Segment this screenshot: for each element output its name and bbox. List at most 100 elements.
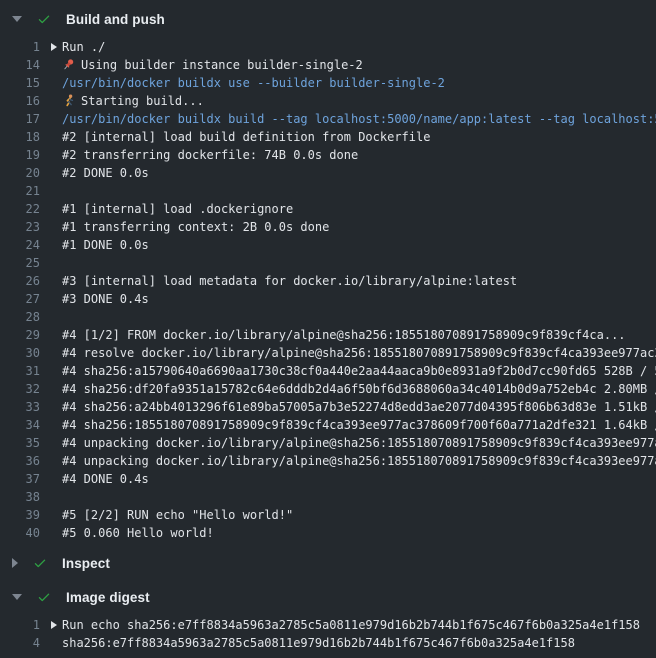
section-header-image-digest[interactable]: Image digest <box>0 584 656 610</box>
log-text-content: /usr/bin/docker buildx build --tag local… <box>62 112 656 126</box>
log-text-content: #2 [internal] load build definition from… <box>62 130 430 144</box>
log-line[interactable]: 14 Using builder instance builder-single-… <box>0 56 656 74</box>
line-number[interactable]: 25 <box>0 254 40 272</box>
log-line[interactable]: 27 #3 DONE 0.4s <box>0 290 656 308</box>
log-line[interactable]: 22 #1 [internal] load .dockerignore <box>0 200 656 218</box>
log-line[interactable]: 29#4 [1/2] FROM docker.io/library/alpine… <box>0 326 656 344</box>
log-text-content: #3 DONE 0.4s <box>62 292 149 306</box>
log-line[interactable]: 37 #4 DONE 0.4s <box>0 470 656 488</box>
line-number[interactable]: 37 <box>0 470 40 488</box>
section-header-inspect[interactable]: Inspect <box>0 550 656 576</box>
log-line[interactable]: 23 #1 transferring context: 2B 0.0s done <box>0 218 656 236</box>
log-text: #4 resolve docker.io/library/alpine@sha2… <box>62 344 656 362</box>
log-line[interactable]: 1Run echo sha256:e7ff8834a5963a2785c5a08… <box>0 616 656 634</box>
log-line[interactable]: 38 <box>0 488 656 506</box>
log-text-content: Run ./ <box>62 40 105 54</box>
line-number[interactable]: 14 <box>0 56 40 74</box>
log-text: Starting build... <box>62 92 204 110</box>
line-number[interactable]: 15 <box>0 74 40 92</box>
log-line[interactable]: 25 <box>0 254 656 272</box>
section-header-build-and-push[interactable]: Build and push <box>0 6 656 32</box>
line-number[interactable]: 31 <box>0 362 40 380</box>
log-text: #2 [internal] load build definition from… <box>62 128 430 146</box>
success-check-icon <box>32 555 48 571</box>
log-line[interactable]: 21 <box>0 182 656 200</box>
line-number[interactable]: 33 <box>0 398 40 416</box>
log-text-content: /usr/bin/docker buildx use --builder bui… <box>62 76 445 90</box>
line-number[interactable]: 28 <box>0 308 40 326</box>
log-line[interactable]: 36#4 unpacking docker.io/library/alpine@… <box>0 452 656 470</box>
log-line[interactable]: 31 #4 sha256:a15790640a6690aa1730c38cf0a4… <box>0 362 656 380</box>
log-line[interactable]: 40#5 0.060 Hello world! <box>0 524 656 542</box>
log-line[interactable]: 34 #4 sha256:185518070891758909c9f839cf4c… <box>0 416 656 434</box>
log-line[interactable]: 19 #2 transferring dockerfile: 74B 0.0s d… <box>0 146 656 164</box>
log-line[interactable]: 39 #5 [2/2] RUN echo "Hello world!" <box>0 506 656 524</box>
success-check-icon <box>36 11 52 27</box>
log-line[interactable]: 1 Run ./ <box>0 38 656 56</box>
section-body-build-and-push: 1 Run ./ 14 Using builder instance builder-… <box>0 32 656 542</box>
log-line[interactable]: 18 #2 [internal] load build definition fr… <box>0 128 656 146</box>
line-number[interactable]: 30 <box>0 344 40 362</box>
log-text-content: Starting build... <box>81 94 204 108</box>
line-number[interactable]: 39 <box>0 506 40 524</box>
line-number[interactable]: 20 <box>0 164 40 182</box>
log-text: #2 transferring dockerfile: 74B 0.0s don… <box>62 146 358 164</box>
line-number[interactable]: 32 <box>0 380 40 398</box>
log-line[interactable]: 20#2 DONE 0.0s <box>0 164 656 182</box>
group-toggle-cell <box>40 621 62 629</box>
expand-group-icon[interactable] <box>51 43 57 51</box>
section-image-digest: Image digest 1Run echo sha256:e7ff8834a59… <box>0 584 656 652</box>
log-text: /usr/bin/docker buildx build --tag local… <box>62 110 656 128</box>
log-line[interactable]: 24 #1 DONE 0.0s <box>0 236 656 254</box>
log-text-content: #1 DONE 0.0s <box>62 238 149 252</box>
log-line[interactable]: 35#4 unpacking docker.io/library/alpine@… <box>0 434 656 452</box>
chevron-down-icon[interactable] <box>12 594 22 600</box>
log-line[interactable]: 33#4 sha256:a24bb4013296f61e89ba57005a7b… <box>0 398 656 416</box>
log-text-content: #3 [internal] load metadata for docker.i… <box>62 274 517 288</box>
line-number[interactable]: 22 <box>0 200 40 218</box>
line-number[interactable]: 34 <box>0 416 40 434</box>
line-number[interactable]: 40 <box>0 524 40 542</box>
log-text-content: #4 sha256:185518070891758909c9f839cf4ca3… <box>62 418 656 432</box>
log-text-content: #4 sha256:a15790640a6690aa1730c38cf0a440… <box>62 364 656 378</box>
log-text: /usr/bin/docker buildx use --builder bui… <box>62 74 445 92</box>
log-text: #1 transferring context: 2B 0.0s done <box>62 218 329 236</box>
line-number[interactable]: 36 <box>0 452 40 470</box>
line-number[interactable]: 27 <box>0 290 40 308</box>
log-line[interactable]: 28 <box>0 308 656 326</box>
line-number[interactable]: 29 <box>0 326 40 344</box>
log-text: #3 [internal] load metadata for docker.i… <box>62 272 517 290</box>
line-number[interactable]: 18 <box>0 128 40 146</box>
pushpin-icon <box>62 58 75 71</box>
line-number[interactable]: 16 <box>0 92 40 110</box>
log-line[interactable]: 30 #4 resolve docker.io/library/alpine@sh… <box>0 344 656 362</box>
log-text-content: sha256:e7ff8834a5963a2785c5a0811e979d16b… <box>62 636 575 650</box>
expand-group-icon[interactable] <box>51 621 57 629</box>
log-text-content: #1 [internal] load .dockerignore <box>62 202 293 216</box>
line-number[interactable]: 38 <box>0 488 40 506</box>
line-number[interactable]: 4 <box>0 634 40 652</box>
chevron-down-icon[interactable] <box>12 16 22 22</box>
line-number[interactable]: 19 <box>0 146 40 164</box>
line-number[interactable]: 1 <box>0 38 40 56</box>
log-line[interactable]: 4 sha256:e7ff8834a5963a2785c5a0811e979d16… <box>0 634 656 652</box>
log-text-content: #5 [2/2] RUN echo "Hello world!" <box>62 508 293 522</box>
line-number[interactable]: 1 <box>0 616 40 634</box>
log-line[interactable]: 26 #3 [internal] load metadata for docker… <box>0 272 656 290</box>
log-text-content: #4 resolve docker.io/library/alpine@sha2… <box>62 346 656 360</box>
line-number[interactable]: 24 <box>0 236 40 254</box>
section-inspect: Inspect <box>0 550 656 576</box>
log-line[interactable]: 16 Starting build... <box>0 92 656 110</box>
line-number[interactable]: 21 <box>0 182 40 200</box>
line-number[interactable]: 35 <box>0 434 40 452</box>
line-number[interactable]: 23 <box>0 218 40 236</box>
line-number[interactable]: 17 <box>0 110 40 128</box>
log-text: #4 DONE 0.4s <box>62 470 149 488</box>
log-text-content: #2 transferring dockerfile: 74B 0.0s don… <box>62 148 358 162</box>
log-text-content: Using builder instance builder-single-2 <box>81 58 363 72</box>
chevron-right-icon[interactable] <box>12 558 18 568</box>
log-line[interactable]: 17/usr/bin/docker buildx build --tag loc… <box>0 110 656 128</box>
line-number[interactable]: 26 <box>0 272 40 290</box>
log-line[interactable]: 32#4 sha256:df20fa9351a15782c64e6dddb2d4… <box>0 380 656 398</box>
log-line[interactable]: 15/usr/bin/docker buildx use --builder b… <box>0 74 656 92</box>
